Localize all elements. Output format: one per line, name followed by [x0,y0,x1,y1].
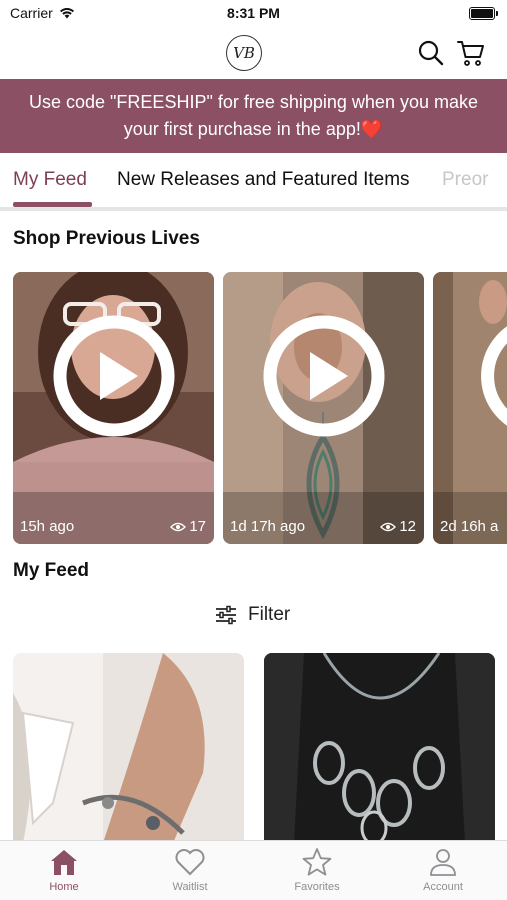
feed-image-bracelet [13,653,244,843]
live-card[interactable]: 1d 17h ago 12 [223,272,424,544]
status-bar: Carrier 8:31 PM [0,0,507,30]
live-time-ago: 15h ago [20,518,75,535]
previous-lives-title: Shop Previous Lives [13,228,200,249]
live-time-ago: 2d 16h a [440,518,499,535]
nav-account-label: Account [423,881,463,893]
my-feed-title: My Feed [13,560,90,581]
nav-favorites-label: Favorites [294,881,340,893]
person-icon [430,849,456,876]
sliders-icon [216,605,236,625]
live-view-count: 12 [380,518,416,535]
eye-icon [380,522,397,531]
live-card[interactable]: 2d 16h a [433,272,507,544]
eye-icon [170,522,187,531]
nav-home[interactable]: Home [14,847,114,893]
app-header: VB [0,30,507,78]
view-count-value: 17 [189,518,206,535]
nav-waitlist-label: Waitlist [172,881,208,893]
cart-icon[interactable] [456,38,486,68]
live-card[interactable]: 15h ago 17 [13,272,214,544]
promo-line-1: Use code "FREESHIP" for free shipping wh… [29,92,478,112]
tabs-divider [0,207,507,211]
feed-tabs: My Feed New Releases and Featured Items … [0,153,507,209]
play-icon[interactable] [52,314,176,438]
tab-my-feed[interactable]: My Feed [13,169,87,191]
status-time: 8:31 PM [227,5,280,21]
nav-favorites[interactable]: Favorites [267,847,367,893]
tab-preorder[interactable]: Preor [442,169,488,191]
nav-home-label: Home [49,881,79,893]
home-icon [51,850,77,875]
play-icon[interactable] [433,314,507,438]
feed-image-necklace [264,653,495,843]
filter-label: Filter [248,604,291,625]
search-icon[interactable] [416,38,446,68]
feed-item[interactable] [264,653,495,843]
promo-line-2: your first purchase in the app!❤️ [123,119,384,139]
tab-new-releases[interactable]: New Releases and Featured Items [117,169,410,191]
bottom-tab-bar: Home Waitlist Favorites Account [0,840,507,900]
live-time-ago: 1d 17h ago [230,518,306,535]
play-icon[interactable] [262,314,386,438]
view-count-value: 12 [399,518,416,535]
promo-banner[interactable]: Use code "FREESHIP" for free shipping wh… [0,79,507,153]
star-icon [302,848,332,876]
heart-icon [175,849,205,876]
brand-logo[interactable]: VB [226,35,262,71]
battery-icon [469,7,498,20]
live-view-count: 17 [170,518,206,535]
nav-waitlist[interactable]: Waitlist [140,847,240,893]
feed-item[interactable] [13,653,244,843]
filter-button[interactable]: Filter [214,604,290,626]
nav-account[interactable]: Account [393,847,493,893]
